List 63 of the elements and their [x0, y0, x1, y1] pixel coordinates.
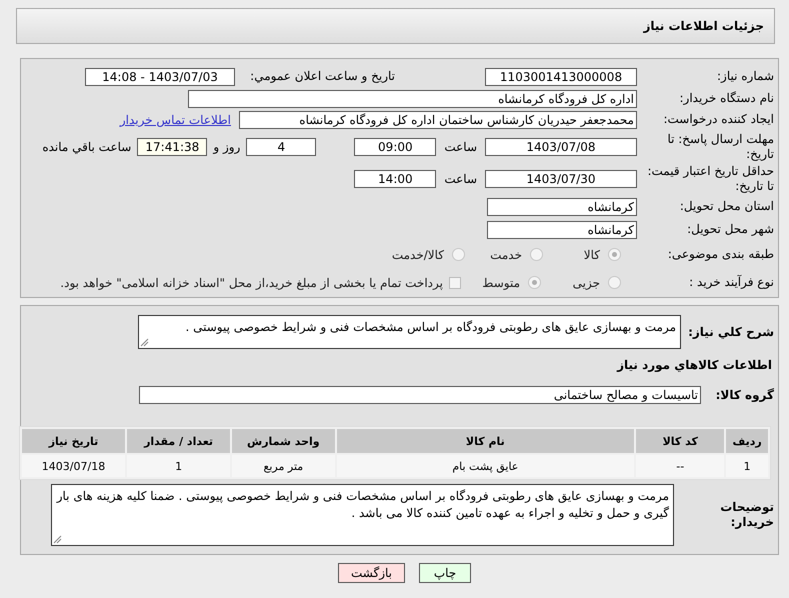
back-button[interactable]: بازگشت	[338, 563, 405, 583]
description-field[interactable]: مرمت و بهسازی عایق های رطوبتی فرودگاه بر اساس مشخصات فنی و شرایط خصوصی پیوستی .	[138, 315, 681, 349]
deadline-time-field[interactable]: 09:00	[354, 138, 436, 156]
option-label: خدمت	[490, 248, 522, 262]
treasury-note: پرداخت تمام یا بخشی از مبلغ خرید،از محل "اسناد خزانه اسلامی" خواهد بود.	[60, 276, 443, 290]
validity-time-field[interactable]: 14:00	[354, 170, 436, 188]
table-cell: 1	[726, 455, 768, 477]
days-field[interactable]: 4	[246, 138, 316, 156]
column-header: نام کالا	[336, 429, 634, 453]
table-cell: --	[636, 455, 724, 477]
buyer-notes-field[interactable]: مرمت و بهسازی عایق های رطوبتی فرودگاه بر اساس مشخصات فنی و شرایط خصوصی پیوستی . ضمنا کلیه هزینه های بار گیری و حمل و تخلیه و اجراء به عهده تامین کننده کالا می باشد .	[51, 484, 674, 546]
page-title: جزئیات اطلاعات نیاز	[643, 19, 764, 33]
remaining-label: ساعت باقي مانده	[42, 140, 132, 154]
field-label: حداقل تاریخ اعتبار قیمت: تا تاریخ:	[646, 164, 774, 194]
days-label: روز و	[213, 140, 240, 154]
column-header: تاریخ نیاز	[22, 429, 126, 453]
validity-date-field[interactable]: 1403/07/30	[485, 170, 637, 188]
field-label: طبقه بندی موضوعی:	[666, 247, 774, 262]
field-label: شماره نیاز:	[716, 69, 774, 84]
table-cell: عایق پشت بام	[336, 455, 634, 477]
column-header: واحد شمارش	[232, 429, 335, 453]
city-field[interactable]: کرمانشاه	[487, 220, 637, 239]
field-label: مهلت ارسال پاسخ: تا تاریخ:	[666, 132, 774, 162]
checkbox[interactable]	[449, 276, 461, 289]
province-field[interactable]: کرمانشاه	[487, 198, 637, 216]
field-label: تاریخ و ساعت اعلان عمومي:	[249, 69, 395, 84]
field-label: شهر محل تحویل:	[686, 222, 774, 238]
requester-field[interactable]: محمدجعفر حیدریان کارشناس ساختمان اداره کل فرودگاه کرمانشاه	[239, 110, 637, 129]
table-cell: 1403/07/18	[22, 455, 126, 477]
resize-grip-icon[interactable]	[53, 535, 62, 544]
radio-button[interactable]	[608, 276, 621, 290]
announce-date-field[interactable]: 1403/07/03 - 14:08	[85, 68, 235, 86]
field-label: استان محل تحویل:	[678, 199, 774, 214]
column-header: تعداد / مقدار	[127, 429, 230, 453]
section-heading: اطلاعات کالاهاي مورد نیاز	[616, 357, 773, 374]
radio-button[interactable]	[530, 248, 543, 262]
time-label: ساعت	[444, 140, 477, 154]
column-header: ردیف	[726, 429, 768, 453]
resize-grip-icon[interactable]	[140, 338, 149, 347]
field-label: توضیحات خریدار:	[719, 500, 774, 530]
table-cell: 1	[127, 455, 230, 477]
column-header: کد کالا	[636, 429, 724, 453]
radio-button[interactable]	[528, 276, 541, 290]
option-label: جزیی	[572, 276, 600, 290]
time-label: ساعت	[444, 172, 477, 186]
field-label: ایجاد کننده درخواست:	[662, 112, 774, 128]
field-label: نام دستگاه خریدار:	[678, 91, 774, 106]
table-cell: متر مربع	[232, 455, 335, 477]
field-label: گروه کالا:	[714, 388, 774, 402]
deadline-date-field[interactable]: 1403/07/08	[485, 138, 637, 156]
option-label: کالا/خدمت	[392, 248, 444, 262]
contact-link[interactable]: اطلاعات تماس خریدار	[120, 112, 231, 127]
option-label: کالا	[584, 248, 600, 262]
field-label: نوع فرآیند خرید :	[688, 275, 774, 290]
countdown-field[interactable]: 17:41:38	[137, 138, 208, 156]
radio-button[interactable]	[452, 248, 465, 262]
need-number-field[interactable]: 1103001413000008	[485, 68, 637, 86]
field-label: شرح کلي نیاز:	[687, 324, 774, 340]
print-button[interactable]: چاپ	[419, 563, 471, 583]
radio-button[interactable]	[608, 248, 621, 262]
buyer-org-field[interactable]: اداره کل فرودگاه کرمانشاه	[188, 90, 637, 108]
goods-group-field[interactable]: تاسیسات و مصالح ساختمانی	[139, 386, 701, 404]
option-label: متوسط	[482, 276, 520, 290]
